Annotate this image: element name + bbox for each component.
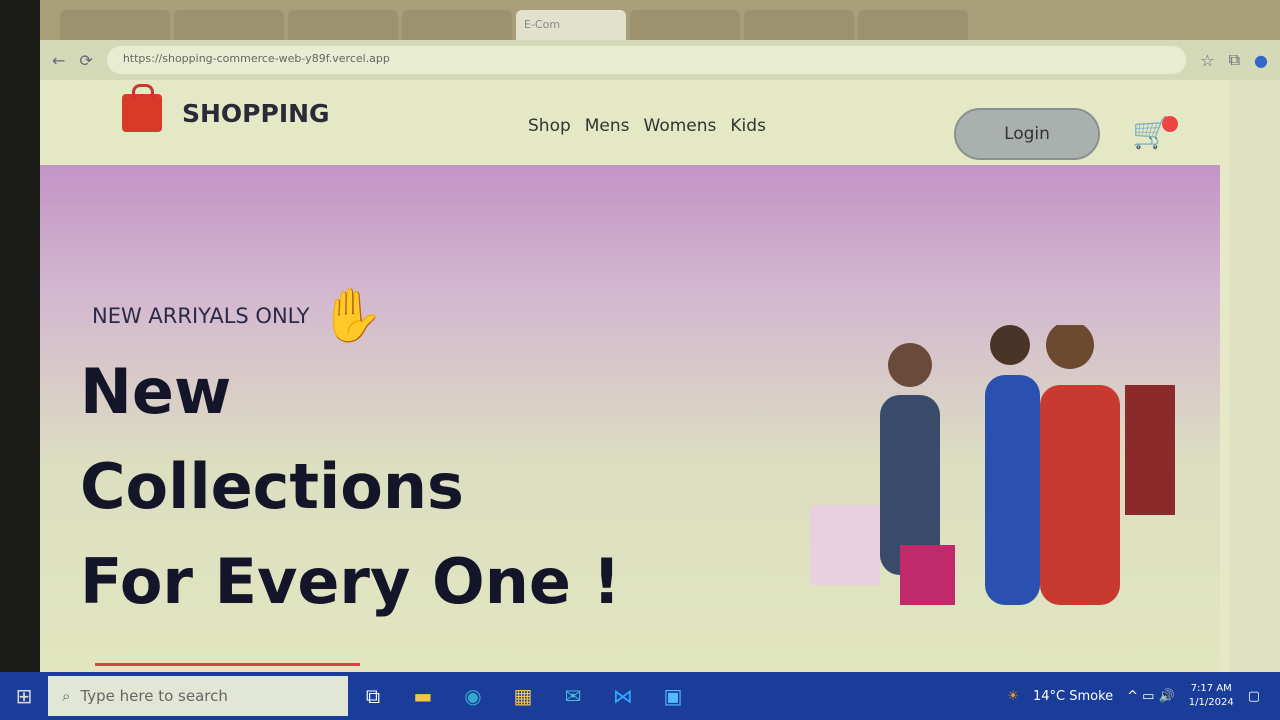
tab[interactable] (60, 10, 170, 40)
login-button[interactable]: Login (954, 108, 1100, 160)
weather-icon: ☀ (1007, 688, 1019, 704)
site-header: SHOPPING Shop Mens Womens Kids Login 🛒 (40, 80, 1220, 170)
favorite-icon[interactable]: ☆ (1200, 51, 1214, 70)
hero-title-line2: Collections (80, 450, 464, 523)
hero-underline (95, 663, 360, 666)
refresh-icon[interactable]: ⟳ (79, 51, 92, 70)
date: 1/1/2024 (1188, 697, 1234, 708)
hero-title-line3: For Every One ! (80, 545, 621, 618)
hero-section: NEW ARRIYALS ONLY ✋ New Collections For … (40, 165, 1220, 672)
url-input[interactable]: https://shopping-commerce-web-y89f.verce… (106, 46, 1187, 74)
tab[interactable] (858, 10, 968, 40)
tab[interactable] (174, 10, 284, 40)
address-bar-row: ← ⟳ https://shopping-commerce-web-y89f.v… (40, 40, 1280, 80)
photos-icon[interactable]: ▣ (648, 684, 698, 708)
nav-womens[interactable]: Womens (644, 116, 717, 136)
file-explorer-icon[interactable]: ▬ (398, 684, 448, 708)
browser-sidebar (1230, 80, 1280, 672)
browser-window: E-Com ← ⟳ https://shopping-commerce-web-… (40, 0, 1280, 672)
nav-menu: Shop Mens Womens Kids (528, 116, 766, 136)
waving-hand-icon: ✋ (319, 286, 385, 346)
nav-shop[interactable]: Shop (528, 116, 571, 136)
hero-tagline: NEW ARRIYALS ONLY ✋ (92, 285, 384, 346)
taskbar-search[interactable]: ⌕ Type here to search (48, 676, 348, 716)
edge-icon[interactable]: ◉ (448, 684, 498, 708)
windows-start-icon[interactable]: ⊞ (0, 684, 48, 708)
vscode-icon[interactable]: ⋈ (598, 684, 648, 708)
weather-text[interactable]: 14°C Smoke (1033, 689, 1113, 704)
tab[interactable] (630, 10, 740, 40)
notification-icon[interactable]: ▢ (1248, 689, 1260, 704)
cart-badge (1162, 116, 1178, 132)
tab[interactable] (744, 10, 854, 40)
time: 7:17 AM (1190, 683, 1232, 694)
nav-kids[interactable]: Kids (730, 116, 766, 136)
tab-bar: E-Com (40, 0, 1280, 40)
back-icon[interactable]: ← (52, 51, 65, 70)
search-placeholder: Type here to search (80, 687, 228, 705)
system-tray: ☀ 14°C Smoke ^ ▭ 🔊 7:17 AM 1/1/2024 ▢ (1007, 682, 1280, 710)
search-icon: ⌕ (62, 687, 71, 705)
hero-title-line1: New (80, 355, 232, 428)
taskbar: ⊞ ⌕ Type here to search ⧉ ▬ ◉ ▦ ✉ ⋈ ▣ ☀ … (0, 672, 1280, 720)
tray-icons[interactable]: ^ ▭ 🔊 (1127, 689, 1175, 704)
tab[interactable] (402, 10, 512, 40)
mail-icon[interactable]: ✉ (548, 684, 598, 708)
profile-icon[interactable]: ● (1254, 51, 1268, 70)
clock[interactable]: 7:17 AM 1/1/2024 (1189, 682, 1234, 710)
brand-name: SHOPPING (182, 98, 330, 128)
logo[interactable]: SHOPPING (122, 84, 330, 132)
shopping-bag-icon (122, 84, 162, 132)
tab-active[interactable]: E-Com (516, 10, 626, 40)
nav-mens[interactable]: Mens (585, 116, 630, 136)
hero-image-shoppers (810, 325, 1175, 605)
extensions-icon[interactable]: ⧉ (1229, 50, 1240, 70)
store-icon[interactable]: ▦ (498, 684, 548, 708)
tab[interactable] (288, 10, 398, 40)
tagline-text: NEW ARRIYALS ONLY (92, 303, 310, 328)
task-view-icon[interactable]: ⧉ (348, 684, 398, 708)
